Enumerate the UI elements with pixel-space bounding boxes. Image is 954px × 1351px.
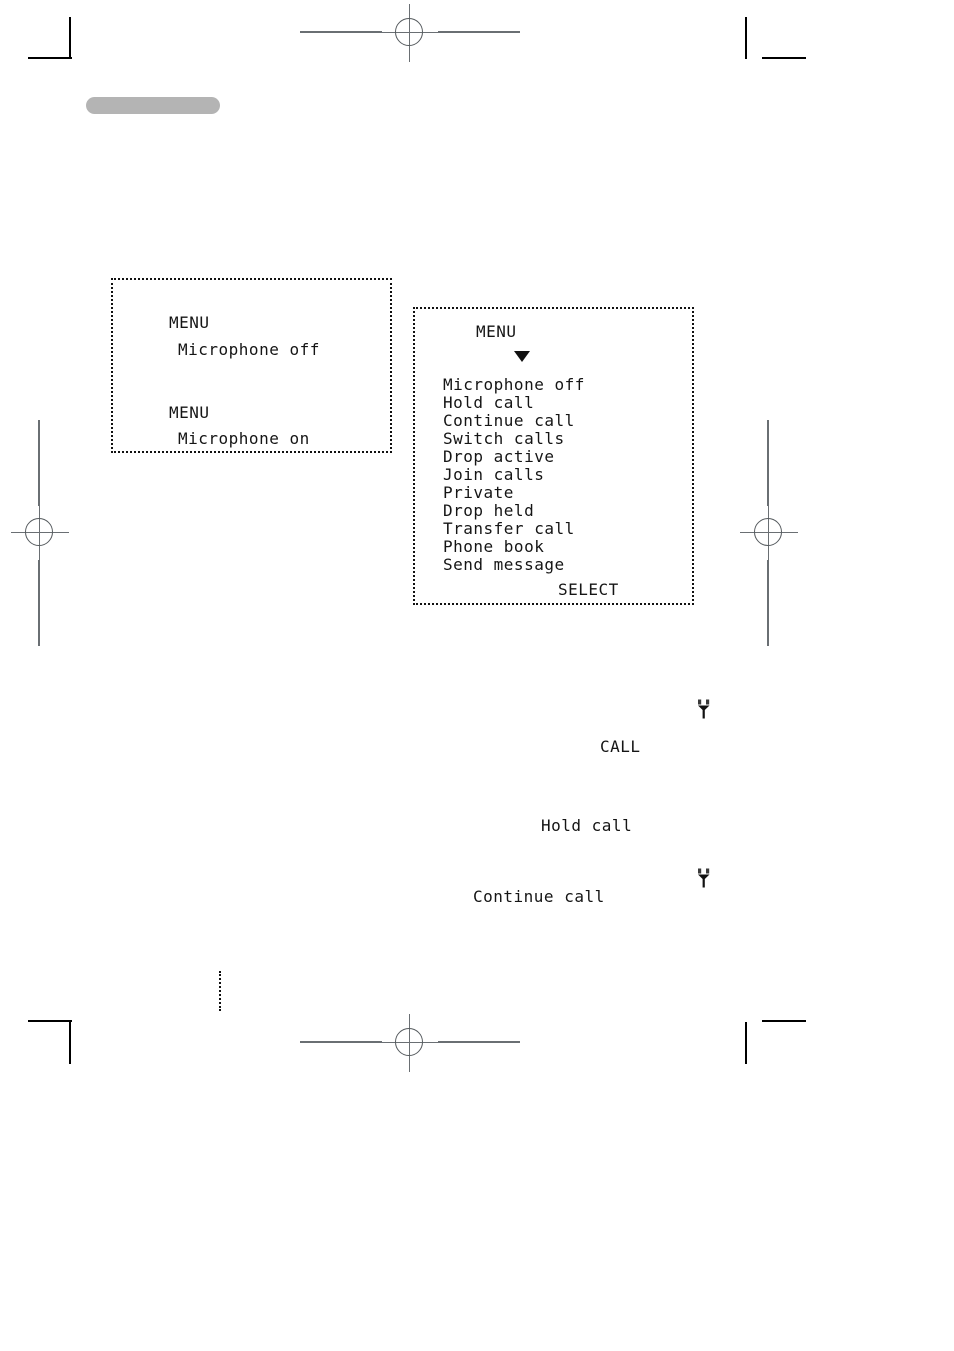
registration-mark-bottom <box>381 1014 439 1072</box>
phone-antenna-icon <box>695 699 713 721</box>
trim-mark-top-right-v <box>745 17 747 59</box>
trim-mark-bottom-right-h <box>762 1020 806 1022</box>
registration-ring <box>395 18 423 46</box>
registration-extension-bottom-right <box>438 1041 520 1043</box>
menu-item-drop-held[interactable]: Drop held <box>443 501 534 520</box>
menu-list-display: MENU Microphone off Hold call Continue c… <box>413 307 694 605</box>
dotted-rule-fragment <box>219 971 221 1011</box>
inline-term-hold-call: Hold call <box>541 816 633 835</box>
registration-extension-top-right <box>438 31 520 33</box>
trim-mark-top-left-h <box>28 57 72 59</box>
menu-item-hold-call[interactable]: Hold call <box>443 393 534 412</box>
registration-mark-right <box>740 504 798 562</box>
registration-mark-left <box>11 504 69 562</box>
inline-term-call: CALL <box>600 737 641 756</box>
softkey-select[interactable]: SELECT <box>558 580 619 599</box>
registration-ring <box>754 518 782 546</box>
lcd-item-microphone-on: Microphone on <box>178 429 310 448</box>
registration-extension-left-bottom <box>38 560 40 646</box>
registration-extension-right-bottom <box>767 560 769 646</box>
registration-extension-left-top <box>38 420 40 506</box>
trim-mark-bottom-left-v <box>69 1022 71 1064</box>
trim-mark-top-right-h <box>762 57 806 59</box>
menu-item-send-message[interactable]: Send message <box>443 555 565 574</box>
registration-mark-top <box>381 4 439 62</box>
lcd-title-microphone-off: MENU <box>169 313 210 332</box>
menu-item-transfer-call[interactable]: Transfer call <box>443 519 575 538</box>
manual-page: MENU Microphone off MENU Microphone on M… <box>0 0 954 1351</box>
registration-extension-bottom-left <box>300 1041 382 1043</box>
menu-item-phone-book[interactable]: Phone book <box>443 537 544 556</box>
menu-item-switch-calls[interactable]: Switch calls <box>443 429 565 448</box>
registration-ring <box>395 1028 423 1056</box>
header-bar <box>86 97 220 114</box>
menu-item-join-calls[interactable]: Join calls <box>443 465 544 484</box>
scroll-down-arrow-icon <box>514 351 530 362</box>
trim-mark-bottom-left-h <box>28 1020 72 1022</box>
menu-item-drop-active[interactable]: Drop active <box>443 447 554 466</box>
menu-item-private[interactable]: Private <box>443 483 514 502</box>
phone-antenna-icon <box>695 868 713 890</box>
registration-extension-right-top <box>767 420 769 506</box>
trim-mark-bottom-right-v <box>745 1022 747 1064</box>
menu-item-microphone-off[interactable]: Microphone off <box>443 375 585 394</box>
trim-mark-top-left-v <box>69 17 71 59</box>
registration-extension-top-left <box>300 31 382 33</box>
microphone-toggle-display: MENU Microphone off MENU Microphone on <box>111 278 392 453</box>
menu-item-continue-call[interactable]: Continue call <box>443 411 575 430</box>
registration-ring <box>25 518 53 546</box>
lcd-item-microphone-off: Microphone off <box>178 340 320 359</box>
lcd-menu-title: MENU <box>476 322 517 341</box>
lcd-title-microphone-on: MENU <box>169 403 210 422</box>
inline-term-continue-call: Continue call <box>473 887 605 906</box>
